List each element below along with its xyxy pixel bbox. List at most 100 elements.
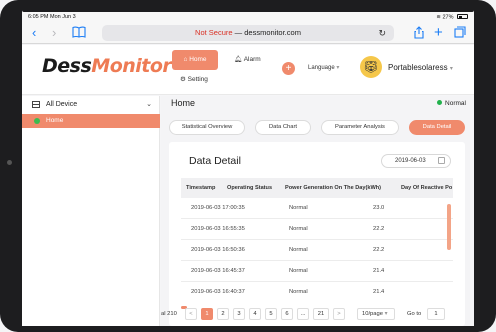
bezel-left [0, 0, 22, 332]
sidebar-group-label: All Device [46, 101, 78, 108]
page-button-4[interactable]: 4 [249, 308, 261, 320]
col-timestamp: Timestamp [186, 185, 216, 191]
page-size-value: 10/page [362, 311, 383, 317]
camera-dot [7, 160, 12, 165]
nav-alarm-button[interactable]: 🔔︎ Alarm [234, 50, 261, 70]
device-list-icon [32, 101, 40, 108]
share-icon[interactable] [414, 26, 424, 40]
goto-page-input[interactable]: 1 [427, 308, 445, 320]
col-operating-status: Operating Status [227, 185, 273, 191]
cell-timestamp: 2019-06-03 16:40:37 [191, 289, 245, 295]
browser-toolbar: ‹ › Not Secure — dessmonitor.com ↻ + [22, 22, 474, 44]
sidebar-item-home[interactable]: Home [22, 114, 160, 128]
cell-timestamp: 2019-06-03 16:55:35 [191, 226, 245, 232]
reload-icon[interactable]: ↻ [378, 25, 386, 41]
chevron-down-icon: ▾ [449, 66, 453, 72]
chevron-down-icon: ▾ [336, 65, 340, 71]
app-header: DessMonitor ⌂ Home 🔔︎ Alarm ⚙ Setting + … [22, 45, 474, 95]
nav-alarm-label: Alarm [243, 56, 261, 63]
page-button-6[interactable]: 6 [281, 308, 293, 320]
app-logo[interactable]: DessMonitor [42, 55, 172, 77]
date-picker[interactable]: 2019-06-03 [381, 154, 451, 168]
address-bar[interactable]: Not Secure — dessmonitor.com ↻ [102, 25, 394, 41]
col-reactive-power: Day Of Reactive Po [401, 185, 453, 191]
card-title: Data Detail [189, 155, 241, 167]
calendar-icon [438, 157, 445, 164]
cell-status: Normal [289, 205, 308, 211]
page-button-3[interactable]: 3 [233, 308, 245, 320]
bezel-top [22, 0, 474, 12]
status-badge: Normal [437, 100, 466, 107]
goto-label: Go to [407, 311, 422, 317]
cell-timestamp: 2019-06-03 17:00:35 [191, 205, 245, 211]
device-frame: 6:05 PM Mon Jun 3 ≋ 27% ‹ › Not Secure —… [0, 0, 496, 332]
battery-icon [457, 14, 468, 19]
pagination: al 210 < 1 2 3 4 5 6 ... 21 > 10/page ▾ … [161, 308, 474, 322]
status-bar: 6:05 PM Mon Jun 3 ≋ 27% [22, 12, 474, 22]
tab-data-chart[interactable]: Data Chart [255, 120, 311, 135]
avatar[interactable]: 🐯︎ [360, 56, 382, 78]
username: Portablesolaress [388, 63, 448, 72]
bookmarks-icon[interactable] [72, 26, 86, 40]
gear-icon: ⚙ [180, 76, 186, 83]
forward-icon[interactable]: › [52, 26, 56, 40]
cell-status: Normal [289, 289, 308, 295]
page-button-21[interactable]: 21 [313, 308, 329, 320]
logo-prefix: Dess [42, 55, 92, 77]
bell-icon: 🔔︎ [234, 56, 243, 63]
url-domain: dessmonitor.com [244, 28, 301, 37]
new-tab-icon[interactable]: + [434, 25, 443, 40]
table-row[interactable]: 2019-06-03 16:50:36 Normal 22.2 [181, 240, 453, 261]
bezel-right [474, 0, 496, 332]
home-icon: ⌂ [183, 56, 188, 63]
table-header: Timestamp Operating Status Power Generat… [181, 178, 453, 198]
cell-timestamp: 2019-06-03 16:50:36 [191, 247, 245, 253]
add-button[interactable]: + [282, 62, 295, 75]
table-row[interactable]: 2019-06-03 17:00:35 Normal 23.0 [181, 198, 453, 219]
nav-home-label: Home [189, 56, 207, 63]
next-page-button[interactable]: > [333, 308, 345, 320]
url-separator: — [232, 28, 245, 37]
language-selector[interactable]: Language ▾ [308, 64, 339, 71]
screen: 6:05 PM Mon Jun 3 ≋ 27% ‹ › Not Secure —… [22, 12, 474, 326]
cell-power: 22.2 [373, 247, 385, 253]
online-dot-icon [34, 118, 40, 124]
pagination-total: al 210 [161, 311, 177, 317]
sidebar-item-label: Home [46, 117, 64, 124]
cell-timestamp: 2019-06-03 16:45:37 [191, 268, 245, 274]
tab-parameter-analysis[interactable]: Parameter Analysis [321, 120, 399, 135]
nav-setting-label: Setting [187, 76, 208, 83]
data-table: Timestamp Operating Status Power Generat… [181, 178, 453, 302]
col-power-generation: Power Generation On The Day(kWh) [285, 185, 382, 191]
cell-status: Normal [289, 268, 308, 274]
status-time: 6:05 PM Mon Jun 3 [28, 14, 76, 20]
back-icon[interactable]: ‹ [32, 26, 36, 40]
main-content: Home Normal Statistical Overview Data Ch… [161, 96, 474, 326]
tab-statistical-overview[interactable]: Statistical Overview [169, 120, 245, 135]
sidebar: All Device ⌄ Home [22, 96, 160, 326]
table-row[interactable]: 2019-06-03 16:40:37 Normal 21.4 [181, 282, 453, 302]
page-button-2[interactable]: 2 [217, 308, 229, 320]
table-row[interactable]: 2019-06-03 16:45:37 Normal 21.4 [181, 261, 453, 282]
cell-status: Normal [289, 247, 308, 253]
page-button-5[interactable]: 5 [265, 308, 277, 320]
date-value: 2019-06-03 [395, 158, 426, 164]
page-ellipsis-button[interactable]: ... [297, 308, 309, 320]
tab-data-detail[interactable]: Data Detail [409, 120, 465, 135]
table-scrollbar-vertical[interactable] [447, 204, 451, 250]
table-row[interactable]: 2019-06-03 16:55:35 Normal 22.2 [181, 219, 453, 240]
language-label: Language [308, 65, 335, 71]
data-detail-card: Data Detail 2019-06-03 Timestamp Operati… [169, 142, 465, 326]
user-menu[interactable]: Portablesolaress ▾ [388, 63, 453, 72]
chevron-down-icon: ▾ [384, 311, 388, 317]
page-button-1[interactable]: 1 [201, 308, 213, 320]
page-size-select[interactable]: 10/page ▾ [357, 308, 395, 320]
tabs-icon[interactable] [454, 26, 466, 40]
nav-setting-button[interactable]: ⚙ Setting [180, 75, 208, 83]
page-title: Home [171, 98, 196, 108]
nav-home-button[interactable]: ⌂ Home [172, 50, 218, 70]
prev-page-button[interactable]: < [185, 308, 197, 320]
sidebar-group-all-device[interactable]: All Device ⌄ [22, 96, 160, 114]
battery-percent: 27% [442, 14, 454, 21]
cell-power: 21.4 [373, 289, 385, 295]
